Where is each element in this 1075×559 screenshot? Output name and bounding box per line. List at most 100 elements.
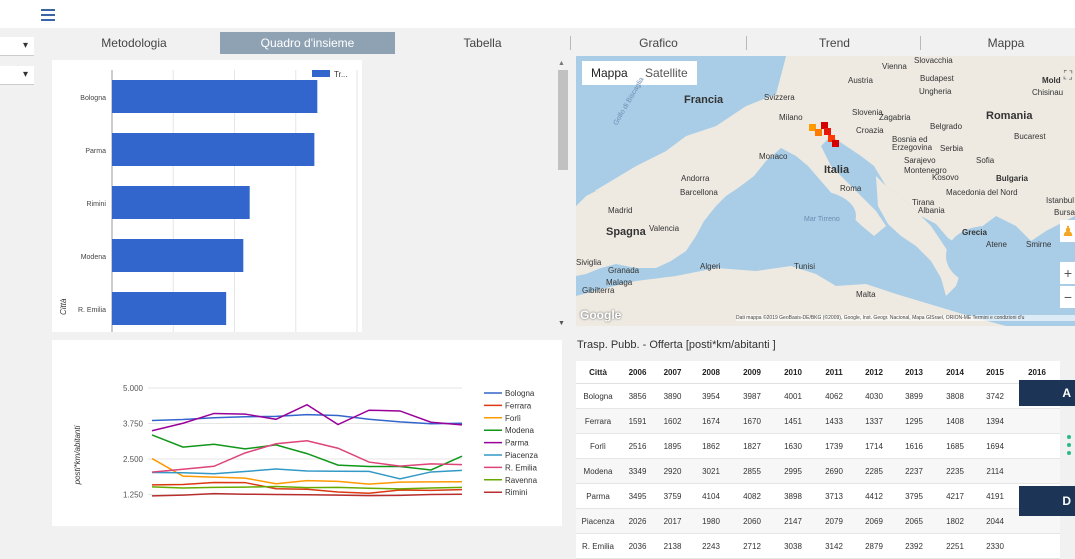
table-cell: 2079 [814,508,854,534]
bar-category-label: Modena [81,254,106,261]
filter-select-1[interactable]: ▾ [0,37,34,56]
table-header[interactable]: 2015 [976,361,1014,384]
table-cell: 1739 [814,433,854,459]
table-cell: 3495 [620,483,655,509]
table-row: Forlì 2516 1895 1862 1827 1630 1739 1714 1616 168… [576,433,1060,459]
table-cell: 4412 [854,483,894,509]
table-header[interactable]: 2007 [655,361,690,384]
tab-quadro-insieme[interactable]: Quadro d'insieme [220,32,395,54]
legend-label: Ravenna [505,476,538,485]
table-header[interactable]: 2009 [732,361,772,384]
bar[interactable] [112,133,315,166]
table-row-city: Ferrara [576,408,620,434]
table-header[interactable]: 2010 [772,361,814,384]
table-header[interactable]: Città [576,361,620,384]
table-cell: 1827 [732,433,772,459]
table-header[interactable]: 2014 [934,361,976,384]
table-cell: 2855 [732,458,772,484]
map-marker[interactable] [824,128,831,135]
table-cell: 1862 [690,433,732,459]
legend-label: Modena [505,426,534,435]
table-title: Trasp. Pubb. - Offerta [posti*km/abitant… [577,339,776,351]
table-cell: 1895 [655,433,690,459]
table-cell: 3987 [732,383,772,409]
side-button-d[interactable]: D [1019,486,1075,516]
chevron-down-icon: ▾ [22,40,28,51]
legend-label: Forlì [505,414,521,423]
zoom-out-button[interactable]: − [1060,286,1075,308]
line-chart-panel: 1.250 2.500 3.750 5.000 posti*km/abitanti Bol… [52,340,562,526]
table-cell: 2235 [934,458,976,484]
table-cell: 3021 [690,458,732,484]
filter-select-2[interactable]: ▾ [0,66,34,85]
fullscreen-icon[interactable]: ⛶ [1060,64,1075,86]
legend-label: Ferrara [505,401,532,410]
map-marker[interactable] [815,129,822,136]
series-line[interactable] [151,492,463,497]
hamburger-icon[interactable] [41,9,55,21]
table-cell: 3349 [620,458,655,484]
bar-category-label: Parma [85,148,106,155]
table-header[interactable]: 2006 [620,361,655,384]
table-cell: 1295 [894,408,934,434]
table-cell: 1980 [690,508,732,534]
scrollbar-thumb[interactable] [558,70,568,170]
table-row-city: Modena [576,458,620,484]
zoom-in-button[interactable]: + [1060,262,1075,284]
google-logo: Google [580,308,622,322]
table-cell: 2243 [690,533,732,559]
table-header-row: Città 2006 2007 2008 2009 2010 2011 2012… [576,361,1060,384]
table-cell: 4191 [976,483,1014,509]
tab-metodologia[interactable]: Metodologia [48,32,220,54]
tab-trend[interactable]: Trend [747,32,922,54]
table-cell: 2017 [655,508,690,534]
tab-grafico[interactable]: Grafico [571,32,746,54]
legend-label: Bologna [505,389,535,398]
table-cell: 2069 [854,508,894,534]
scroll-up-icon[interactable]: ▲ [558,60,565,67]
table-cell: 1674 [690,408,732,434]
table-cell: 4001 [772,383,814,409]
scroll-down-icon[interactable]: ▼ [558,320,565,327]
loading-dots-icon [1067,435,1071,455]
chevron-down-icon: ▾ [22,69,28,80]
bar[interactable] [112,239,244,272]
bar[interactable] [112,80,318,113]
side-button-a[interactable]: A [1019,380,1075,406]
y-axis-label: Città [59,298,68,315]
table-cell: 1802 [934,508,976,534]
table-cell: 1433 [814,408,854,434]
bar[interactable] [112,292,227,325]
bar[interactable] [112,186,250,219]
table-cell [1014,408,1060,434]
tab-tabella[interactable]: Tabella [395,32,570,54]
table-row-city: Piacenza [576,508,620,534]
table-cell: 2879 [854,533,894,559]
table-cell: 2065 [894,508,934,534]
map[interactable]: Mappa Satellite Francia Italia Spagna Ro… [576,56,1075,326]
line-chart: 1.250 2.500 3.750 5.000 posti*km/abitanti Bol… [73,384,538,500]
table-cell: 1408 [934,408,976,434]
streetview-icon[interactable]: ♟ [1060,220,1075,242]
map-marker[interactable] [832,140,839,147]
table-header[interactable]: 2013 [894,361,934,384]
table-cell: 4082 [732,483,772,509]
table-cell: 2114 [976,458,1014,484]
map-marker[interactable] [821,122,828,129]
series-line[interactable] [151,403,463,432]
table-header[interactable]: 2008 [690,361,732,384]
data-table: Città 2006 2007 2008 2009 2010 2011 2012… [576,361,1060,559]
bar-chart-panel: Bologna Parma Rimini Modena R. Emilia Tr... Ci… [52,60,362,335]
table-cell: 2036 [620,533,655,559]
series-line[interactable] [151,485,463,490]
table-cell: 3856 [620,383,655,409]
legend-label: Tr... [334,70,347,79]
map-marker[interactable] [809,124,816,131]
tab-mappa[interactable]: Mappa [921,32,1075,54]
y-tick-label: 1.250 [123,491,144,500]
legend-label: Rimini [505,488,527,497]
table-header[interactable]: 2011 [814,361,854,384]
table-cell: 3759 [655,483,690,509]
table-cell: 2995 [772,458,814,484]
table-header[interactable]: 2012 [854,361,894,384]
